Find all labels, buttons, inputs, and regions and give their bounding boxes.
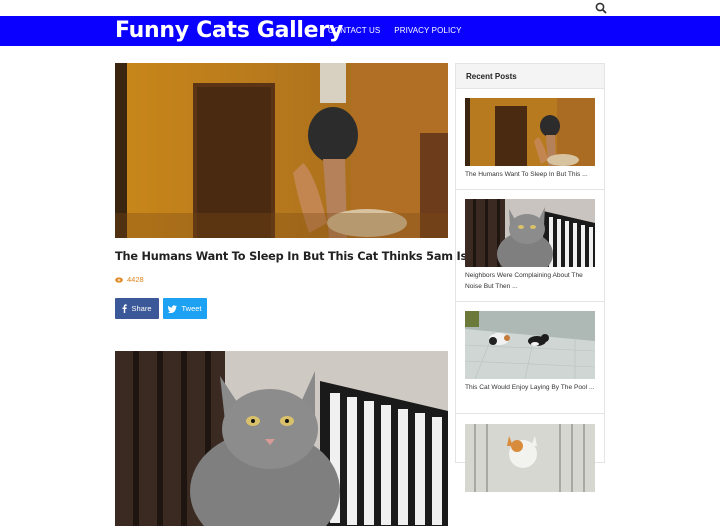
post-card: The Humans Want To Sleep In But This Cat…	[115, 63, 538, 319]
nav-privacy-policy[interactable]: PRIVACY POLICY	[394, 16, 461, 46]
recent-post-title[interactable]: The Humans Want To Sleep In But This ...	[465, 169, 597, 180]
recent-post-item[interactable]: The Humans Want To Sleep In But This ...	[456, 90, 604, 190]
nav-contact-us[interactable]: CONTACT US	[328, 16, 380, 46]
recent-post-item[interactable]	[456, 414, 604, 492]
twitter-icon	[168, 304, 178, 313]
search-icon[interactable]	[595, 2, 607, 14]
recent-post-thumbnail[interactable]	[465, 199, 595, 267]
recent-post-thumbnail[interactable]	[465, 311, 595, 379]
view-count-value: 4428	[127, 275, 144, 284]
post-thumbnail[interactable]	[115, 63, 448, 238]
main-nav: CONTACT US PRIVACY POLICY	[328, 16, 476, 46]
recent-post-title[interactable]: Neighbors Were Complaining About The Noi…	[465, 270, 597, 292]
facebook-share-button[interactable]: Share	[115, 298, 159, 319]
sidebar-heading: Recent Posts	[456, 64, 604, 89]
recent-post-thumbnail[interactable]	[465, 424, 595, 492]
facebook-icon	[122, 304, 128, 313]
post-title[interactable]: The Humans Want To Sleep In But This Cat…	[115, 250, 538, 263]
recent-post-thumbnail[interactable]	[465, 98, 595, 166]
recent-post-item[interactable]: This Cat Would Enjoy Laying By The Pool …	[456, 302, 604, 414]
sidebar-recent-posts: Recent Posts The Humans Want To Sleep In…	[455, 63, 605, 492]
view-count: 4428	[115, 275, 448, 284]
tweet-label: Tweet	[181, 304, 202, 313]
share-label: Share	[131, 304, 152, 313]
recent-post-item[interactable]: Neighbors Were Complaining About The Noi…	[456, 190, 604, 302]
site-title[interactable]: Funny Cats Gallery	[115, 16, 343, 46]
share-buttons: Share Tweet	[115, 298, 448, 319]
top-bar	[0, 0, 720, 16]
recent-post-title[interactable]: This Cat Would Enjoy Laying By The Pool …	[465, 382, 597, 393]
twitter-tweet-button[interactable]: Tweet	[163, 298, 207, 319]
site-header: Funny Cats Gallery CONTACT US PRIVACY PO…	[0, 16, 720, 46]
eye-icon	[115, 276, 123, 283]
post-card	[115, 351, 448, 526]
post-thumbnail[interactable]	[115, 351, 448, 526]
